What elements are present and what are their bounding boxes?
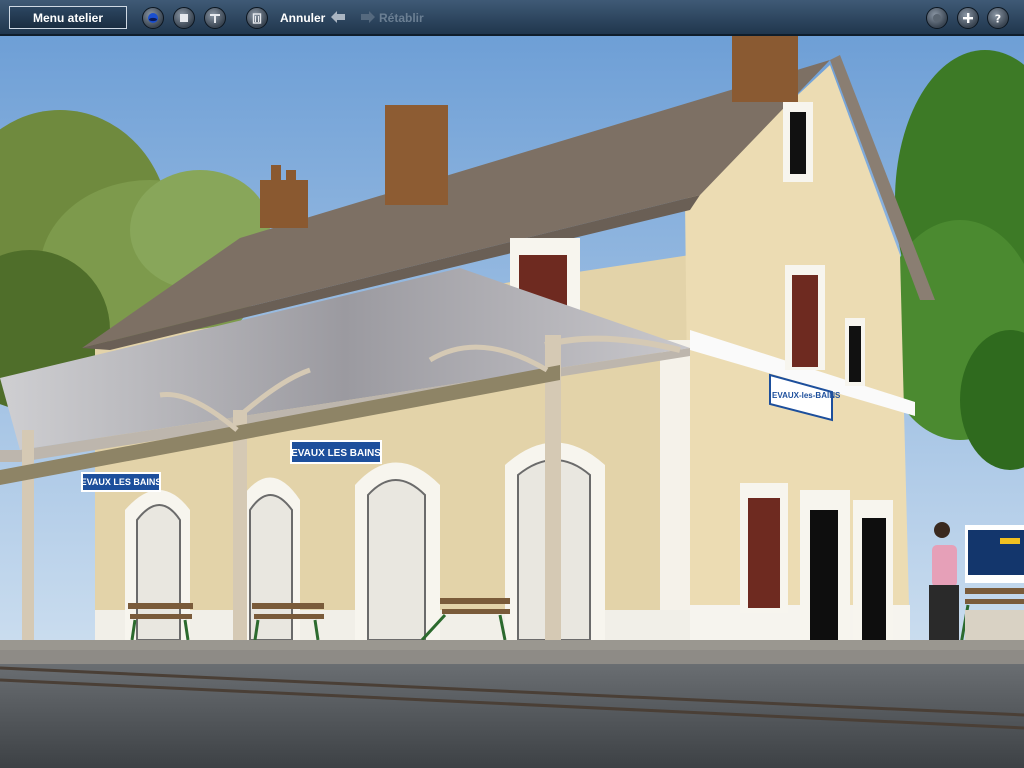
- zoom-in-icon[interactable]: [957, 7, 979, 29]
- redo-arrow-icon[interactable]: [360, 10, 376, 24]
- info-icon[interactable]: [926, 7, 948, 29]
- station-sign-canopy-back: EVAUX LES BAINS: [81, 472, 162, 492]
- station-sign-canopy-front: EVAUX LES BAINS: [290, 440, 382, 464]
- train-carriage-edge: [965, 525, 1024, 640]
- undo-arrow-icon[interactable]: [330, 10, 346, 24]
- tool-icon[interactable]: [204, 7, 226, 29]
- help-icon[interactable]: ?: [987, 7, 1009, 29]
- station-viewport[interactable]: EVAUX LES BAINS EVAUX LES BAINS EVAUX-le…: [0, 36, 1024, 768]
- globe-icon[interactable]: [142, 7, 164, 29]
- workshop-menu-button[interactable]: Menu atelier: [9, 6, 127, 29]
- stop-icon[interactable]: [173, 7, 195, 29]
- redo-label[interactable]: Rétablir: [379, 11, 424, 25]
- trash-icon[interactable]: [246, 7, 268, 29]
- toolbar: Menu atelier Annuler Rétablir ?: [0, 0, 1024, 36]
- sign-text: EVAUX LES BAINS: [291, 448, 381, 459]
- svg-text:?: ?: [995, 13, 1001, 26]
- undo-label[interactable]: Annuler: [280, 11, 325, 25]
- track-bed: [0, 664, 1024, 768]
- sign-text: EVAUX LES BAINS: [81, 477, 162, 487]
- sign-text: EVAUX-les-BAINS: [772, 391, 841, 400]
